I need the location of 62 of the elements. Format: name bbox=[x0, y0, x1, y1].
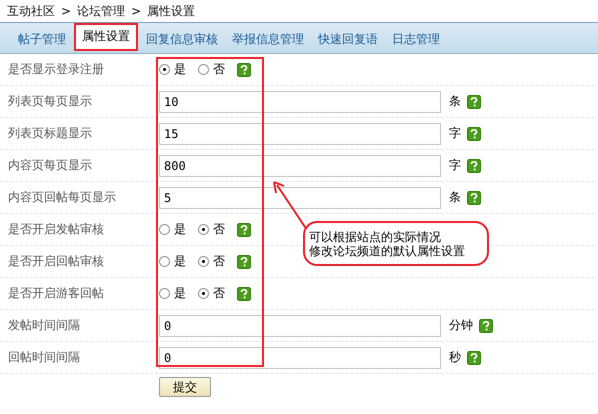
callout-text: 可以根据站点的实际情况 bbox=[309, 230, 442, 244]
help-icon[interactable] bbox=[237, 62, 251, 76]
radio-label[interactable]: 是 bbox=[174, 285, 186, 302]
breadcrumb-item[interactable]: 属性设置 bbox=[147, 2, 196, 20]
field-label: 发帖时间间隔 bbox=[7, 317, 81, 334]
radio-label[interactable]: 否 bbox=[213, 221, 225, 238]
radio-button[interactable] bbox=[198, 256, 209, 267]
tab[interactable]: 帖子管理 bbox=[12, 28, 72, 52]
callout-text: 修改论坛频道的默认属性设置 bbox=[309, 244, 466, 258]
radio-button[interactable] bbox=[159, 64, 170, 75]
radio-label[interactable]: 否 bbox=[213, 253, 225, 270]
field-label: 列表页标题显示 bbox=[7, 125, 93, 142]
radio-label[interactable]: 是 bbox=[174, 253, 186, 270]
help-icon[interactable] bbox=[237, 222, 251, 236]
help-icon[interactable] bbox=[479, 318, 493, 332]
unit-label: 秒 bbox=[449, 349, 461, 366]
radio-button[interactable] bbox=[159, 256, 170, 267]
field-label: 是否开启发帖审核 bbox=[7, 221, 105, 238]
radio-label[interactable]: 否 bbox=[213, 61, 225, 78]
breadcrumb-item[interactable]: 互动社区 bbox=[7, 2, 55, 20]
unit-label: 条 bbox=[449, 189, 461, 206]
tab[interactable]: 属性设置 bbox=[74, 23, 138, 51]
help-icon[interactable] bbox=[237, 286, 251, 300]
radio-button[interactable] bbox=[198, 224, 209, 235]
field-label: 是否开启游客回帖 bbox=[7, 285, 105, 302]
breadcrumb-separator: > bbox=[61, 4, 72, 18]
field-label: 内容页回帖每页显示 bbox=[7, 189, 117, 206]
input-field[interactable]: 0 bbox=[159, 314, 441, 336]
field-label: 是否显示登录注册 bbox=[7, 61, 105, 78]
radio-button[interactable] bbox=[159, 288, 170, 299]
help-icon[interactable] bbox=[467, 158, 481, 172]
radio-label[interactable]: 否 bbox=[213, 285, 225, 302]
input-field[interactable]: 15 bbox=[159, 122, 441, 144]
submit-button[interactable]: 提交 bbox=[159, 377, 211, 397]
help-icon[interactable] bbox=[467, 126, 481, 140]
field-label: 是否开启回帖审核 bbox=[7, 253, 105, 270]
radio-label[interactable]: 是 bbox=[174, 61, 186, 78]
field-label: 列表页每页显示 bbox=[7, 93, 93, 110]
input-field[interactable]: 10 bbox=[159, 90, 441, 112]
tab[interactable]: 回复信息审核 bbox=[140, 28, 224, 52]
unit-label: 分钟 bbox=[449, 317, 473, 334]
help-icon[interactable] bbox=[467, 94, 481, 108]
radio-label[interactable]: 是 bbox=[174, 221, 186, 238]
input-field[interactable]: 800 bbox=[159, 154, 441, 176]
help-icon[interactable] bbox=[467, 190, 481, 204]
input-field[interactable]: 5 bbox=[159, 186, 441, 208]
help-icon[interactable] bbox=[467, 350, 481, 364]
radio-button[interactable] bbox=[159, 224, 170, 235]
unit-label: 条 bbox=[449, 93, 461, 110]
tab[interactable]: 举报信息管理 bbox=[226, 28, 310, 52]
unit-label: 字 bbox=[449, 125, 461, 142]
unit-label: 字 bbox=[449, 157, 461, 174]
radio-button[interactable] bbox=[198, 288, 209, 299]
help-icon[interactable] bbox=[237, 254, 251, 268]
input-field[interactable]: 0 bbox=[159, 346, 441, 368]
breadcrumb-item[interactable]: 论坛管理 bbox=[77, 2, 126, 20]
field-label: 内容页每页显示 bbox=[7, 157, 93, 174]
field-label: 回帖时间间隔 bbox=[7, 349, 81, 366]
radio-button[interactable] bbox=[198, 64, 209, 75]
breadcrumb-separator: > bbox=[131, 4, 142, 18]
tab[interactable]: 日志管理 bbox=[386, 28, 446, 52]
tab[interactable]: 快速回复语 bbox=[312, 28, 384, 52]
